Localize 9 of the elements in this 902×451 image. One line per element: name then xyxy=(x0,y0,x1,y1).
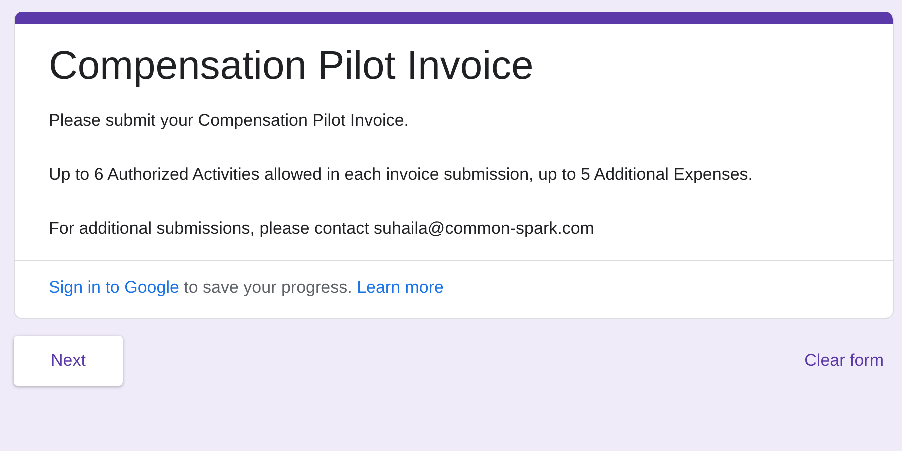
clear-form-button[interactable]: Clear form xyxy=(804,351,884,371)
sign-in-link[interactable]: Sign in to Google xyxy=(49,278,180,297)
description-text: Please submit your Compensation Pilot Invoice. xyxy=(49,110,410,132)
learn-more-link[interactable]: Learn more xyxy=(357,278,444,297)
description-text: For additional submissions, please contact suhaila@common-spark.com xyxy=(49,218,596,240)
sign-in-note: Sign in to Google to save your progress. Learn more xyxy=(49,278,445,298)
description-text: Up to 6 Authorized Activities allowed in each invoice submission, up to 5 Additional Expenses. xyxy=(49,164,754,186)
next-button[interactable]: Next xyxy=(14,336,123,386)
form-title: Compensation Pilot Invoice xyxy=(49,44,535,89)
